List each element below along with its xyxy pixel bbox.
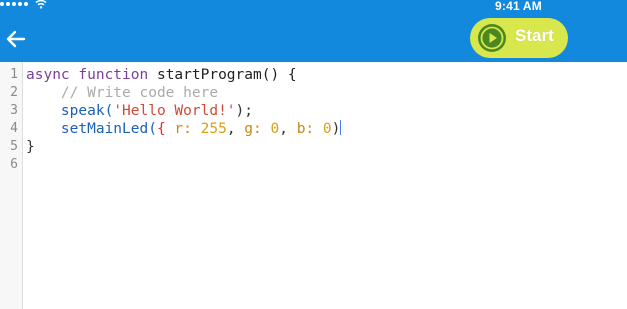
app-window: 9:41 AM Start 1 2 3 4 5 6 async function…: [0, 0, 627, 309]
function-name: startProgram() {: [156, 67, 297, 83]
code-line-2[interactable]: // Write code here: [26, 84, 218, 102]
code-comment: // Write code here: [60, 85, 219, 101]
signal-dots-icon: [0, 2, 28, 6]
separator: ,: [226, 121, 236, 137]
key-r: r:: [174, 121, 192, 137]
value-b: 0: [322, 121, 332, 137]
code-editor[interactable]: 1 2 3 4 5 6 async function startProgram(…: [0, 62, 627, 309]
header-bar: 9:41 AM Start: [0, 0, 627, 62]
wifi-icon: [35, 0, 47, 9]
open-brace: {: [156, 121, 166, 137]
status-bar: 9:41 AM: [0, 0, 627, 14]
key-b: b:: [296, 121, 315, 137]
back-arrow-icon: [6, 30, 26, 48]
string-literal: 'Hello World!': [113, 103, 236, 119]
close-paren: ): [331, 121, 341, 137]
line-number: 4: [10, 121, 18, 136]
line-number: 1: [10, 67, 18, 82]
line-number: 6: [10, 157, 18, 172]
text-cursor: [340, 120, 342, 135]
back-button[interactable]: [4, 28, 28, 50]
code-line-5[interactable]: }: [26, 138, 35, 156]
play-button-circle: [478, 24, 506, 52]
separator: ,: [279, 121, 288, 137]
line-number-gutter: 1 2 3 4 5 6: [0, 62, 23, 309]
line-number: 3: [10, 103, 18, 118]
speak-call: speak(: [60, 103, 114, 119]
code-line-3[interactable]: speak('Hello World!');: [26, 102, 253, 120]
play-icon: [480, 26, 504, 50]
call-end: );: [235, 103, 253, 119]
code-line-1[interactable]: async function startProgram() {: [26, 66, 297, 84]
status-time: 9:41 AM: [495, 0, 542, 13]
key-g: g:: [244, 121, 262, 137]
set-main-led-call: setMainLed(: [60, 121, 157, 137]
start-label: Start: [515, 26, 554, 45]
keyword-async: async: [26, 67, 70, 83]
start-button[interactable]: Start: [470, 18, 568, 58]
value-g: 0: [270, 121, 280, 137]
line-number: 2: [10, 85, 18, 100]
value-r: 255: [200, 121, 227, 137]
keyword-function: function: [78, 67, 149, 83]
line-number: 5: [10, 139, 18, 154]
close-brace: }: [26, 139, 35, 155]
code-line-4[interactable]: setMainLed({ r: 255, g: 0, b: 0): [26, 120, 342, 138]
